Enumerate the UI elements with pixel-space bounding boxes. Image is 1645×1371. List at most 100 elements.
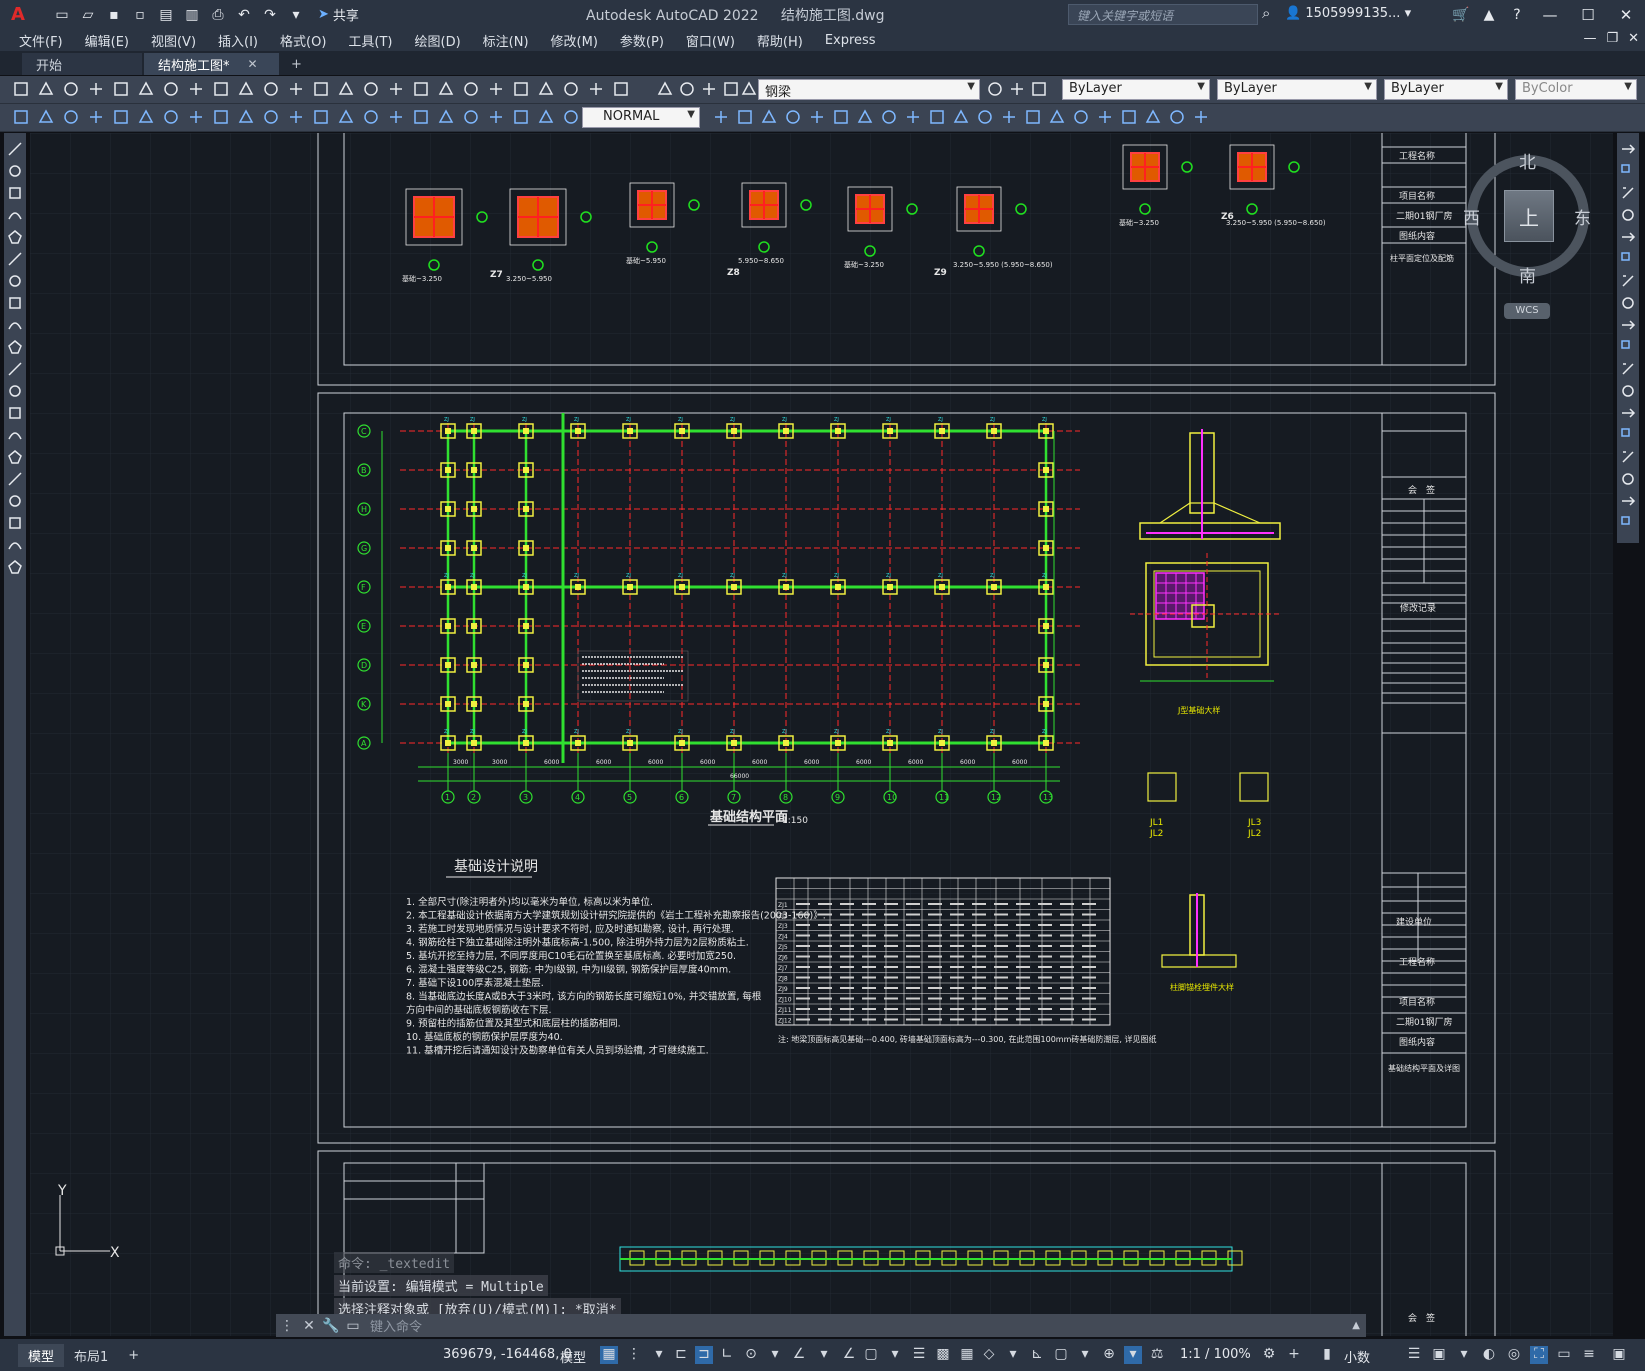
status-toggle-icon[interactable]: ▾ (1124, 1346, 1142, 1364)
standard-tool-icon[interactable] (1030, 80, 1048, 98)
open-web-icon[interactable]: ▤ (154, 4, 178, 26)
dimension-tool-icon[interactable] (976, 108, 994, 126)
standard-tool-icon[interactable] (112, 80, 130, 98)
status-toggle-icon[interactable]: ▦ (958, 1346, 976, 1364)
modify-tool-icon[interactable] (1620, 295, 1636, 311)
tab-drawing[interactable]: 结构施工图* ✕ (144, 53, 279, 75)
dimension-tool-icon[interactable] (1120, 108, 1138, 126)
a360-icon[interactable]: ▲ (1475, 7, 1503, 23)
drag-handle-icon[interactable]: ⋮ (276, 1318, 298, 1334)
draw-tool-icon[interactable] (7, 317, 23, 333)
modify-tool-icon[interactable] (1620, 493, 1636, 509)
standard-tool-icon[interactable] (237, 80, 255, 98)
standard-tool-icon[interactable] (337, 80, 355, 98)
dimension-tool-icon[interactable] (562, 108, 580, 126)
standard-tool-icon[interactable] (986, 80, 1004, 98)
dimension-tool-icon[interactable] (512, 108, 530, 126)
dimension-tool-icon[interactable] (808, 108, 826, 126)
standard-tool-icon[interactable] (537, 80, 555, 98)
menu-help[interactable]: 帮助(H) (746, 31, 814, 50)
standard-tool-icon[interactable] (262, 80, 280, 98)
open-folder-icon[interactable]: ▱ (76, 4, 100, 26)
draw-tool-icon[interactable] (7, 163, 23, 179)
dimension-tool-icon[interactable] (262, 108, 280, 126)
standard-tool-icon[interactable] (587, 80, 605, 98)
status-toggle-icon[interactable]: ▾ (815, 1346, 833, 1364)
status-toggle-icon[interactable]: ▾ (766, 1346, 784, 1364)
wcs-menu[interactable]: WCS (1504, 303, 1550, 319)
standard-tool-icon[interactable] (678, 80, 696, 98)
standard-tool-icon[interactable] (512, 80, 530, 98)
menu-format[interactable]: 格式(O) (269, 31, 337, 50)
dimension-tool-icon[interactable] (412, 108, 430, 126)
drawing-viewport[interactable]: 工程名称 项目名称 二期01钢厂房 图纸内容 柱平面定位及配筋 会 签 修改记录… (30, 133, 1613, 1336)
modify-tool-icon[interactable] (1620, 251, 1636, 267)
viewcube[interactable]: 北 南 东 西 上 WCS (1462, 148, 1592, 319)
save-as-icon[interactable]: ▫ (128, 4, 152, 26)
standard-tool-icon[interactable] (1008, 80, 1026, 98)
dimension-tool-icon[interactable] (832, 108, 850, 126)
autocad-logo[interactable]: A (0, 0, 36, 29)
dimension-tool-icon[interactable] (212, 108, 230, 126)
search-icon[interactable]: ⌕ (1262, 4, 1270, 22)
help-icon[interactable]: ? (1503, 7, 1531, 23)
standard-tool-icon[interactable] (87, 80, 105, 98)
draw-tool-icon[interactable] (7, 559, 23, 575)
standard-tool-icon[interactable] (700, 80, 718, 98)
status-toggle-icon[interactable]: ⊾ (1028, 1346, 1046, 1364)
dimension-tool-icon[interactable] (12, 108, 30, 126)
modify-tool-icon[interactable] (1620, 229, 1636, 245)
status-toggle-icon[interactable]: ⚖ (1148, 1346, 1166, 1364)
share-button[interactable]: ➤ 共享 (318, 5, 359, 24)
dimension-tool-icon[interactable] (1072, 108, 1090, 126)
dimension-tool-icon[interactable] (1168, 108, 1186, 126)
new-tab-button[interactable]: + (281, 57, 312, 75)
dimension-tool-icon[interactable] (1096, 108, 1114, 126)
tab-start[interactable]: 开始 (22, 53, 142, 75)
dimension-tool-icon[interactable] (760, 108, 778, 126)
dimension-tool-icon[interactable] (1144, 108, 1162, 126)
dimstyle-combo[interactable]: NORMAL ▼ (582, 107, 700, 128)
add-layout-button[interactable]: + (118, 1346, 149, 1365)
standard-tool-icon[interactable] (212, 80, 230, 98)
status-toggle-icon[interactable]: ∠ (790, 1346, 808, 1364)
modify-tool-icon[interactable] (1620, 515, 1636, 531)
customize-dropdown-icon[interactable]: ▾ (284, 4, 308, 26)
standard-tool-icon[interactable] (162, 80, 180, 98)
modify-tool-icon[interactable] (1620, 471, 1636, 487)
dimension-tool-icon[interactable] (237, 108, 255, 126)
modify-tool-icon[interactable] (1620, 449, 1636, 465)
modify-tool-icon[interactable] (1620, 141, 1636, 157)
dimension-tool-icon[interactable] (487, 108, 505, 126)
layout-tab-layout1[interactable]: 布局1 (64, 1344, 118, 1367)
status-toggle-icon[interactable]: ◐ (1480, 1346, 1498, 1364)
user-account[interactable]: 👤 1505999135... ▾ (1285, 6, 1411, 21)
new-file-icon[interactable]: ▭ (50, 4, 74, 26)
status-toggle-icon[interactable]: ⊏ (672, 1346, 690, 1364)
dimension-tool-icon[interactable] (784, 108, 802, 126)
units-display[interactable]: 小数 (1344, 1347, 1370, 1366)
model-space-toggle[interactable]: 模型 (560, 1347, 586, 1366)
redo-icon[interactable]: ↷ (258, 4, 282, 26)
standard-tool-icon[interactable] (722, 80, 740, 98)
viewcube-south[interactable]: 南 (1519, 262, 1536, 287)
modify-tool-icon[interactable] (1620, 339, 1636, 355)
status-toggle-icon[interactable]: ▾ (886, 1346, 904, 1364)
draw-tool-icon[interactable] (7, 405, 23, 421)
dimension-tool-icon[interactable] (62, 108, 80, 126)
dimension-tool-icon[interactable] (437, 108, 455, 126)
status-toggle-icon[interactable]: ▾ (1076, 1346, 1094, 1364)
status-toggle-icon[interactable]: ▦ (600, 1346, 618, 1364)
modify-tool-icon[interactable] (1620, 273, 1636, 289)
search-input[interactable]: 键入关键字或短语 (1068, 4, 1258, 25)
standard-tool-icon[interactable] (287, 80, 305, 98)
status-toggle-icon[interactable]: ▢ (862, 1346, 880, 1364)
undo-icon[interactable]: ↶ (232, 4, 256, 26)
draw-tool-icon[interactable] (7, 427, 23, 443)
menu-file[interactable]: 文件(F) (8, 31, 74, 50)
dimension-tool-icon[interactable] (1024, 108, 1042, 126)
modify-tool-icon[interactable] (1620, 185, 1636, 201)
status-toggle-icon[interactable]: ◎ (1505, 1346, 1523, 1364)
save-icon[interactable]: ▪ (102, 4, 126, 26)
doc-close-button[interactable]: ✕ (1628, 31, 1639, 46)
